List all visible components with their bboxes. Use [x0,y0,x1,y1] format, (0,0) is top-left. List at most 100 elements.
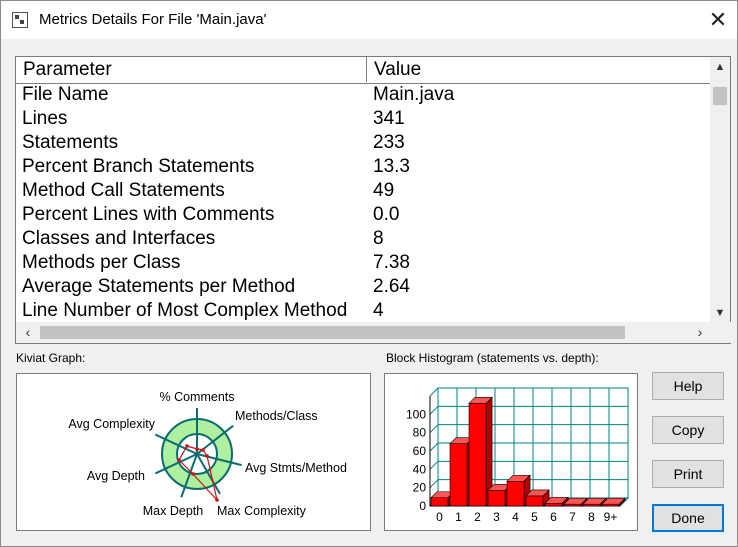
table-row[interactable]: Percent Lines with Comments 0.0 [16,203,710,227]
vertical-scroll-thumb[interactable] [713,87,727,105]
histogram-x-tick-label: 6 [550,510,557,524]
table-header: Parameter Value [16,57,710,84]
help-button[interactable]: Help [652,372,724,400]
metrics-dialog: Metrics Details For File 'Main.java' ✕ P… [0,0,738,547]
value-cell: Main.java [373,84,455,105]
table-row[interactable]: Statements 233 [16,131,710,155]
histogram-gridline [429,442,439,452]
value-cell: 341 [373,108,405,129]
kiviat-axis-label: Max Depth [143,504,203,518]
histogram-x-tick-label: 8 [588,510,595,524]
histogram-y-tick-label: 0 [419,499,426,513]
table-row[interactable]: Method Call Statements 49 [16,179,710,203]
histogram-x-tick-label: 3 [493,510,500,524]
kiviat-value-point [185,444,189,448]
vertical-scrollbar[interactable]: ▲ ▼ [710,57,730,323]
histogram-x-tick-label: 0 [436,510,443,524]
histogram-bar [544,502,563,507]
histogram-x-tick-label: 2 [474,510,481,524]
window-title: Metrics Details For File 'Main.java' [39,11,267,28]
kiviat-value-point [177,458,181,462]
histogram-label: Block Histogram (statements vs. depth): [386,351,599,365]
parameter-cell: Percent Lines with Comments [22,204,275,225]
kiviat-value-point [215,498,219,502]
kiviat-label: Kiviat Graph: [16,351,86,365]
parameter-cell: Line Number of Most Complex Method [22,300,348,321]
table-row[interactable]: Lines 341 [16,107,710,131]
table-row[interactable]: Classes and Interfaces 8 [16,227,710,251]
copy-button[interactable]: Copy [652,416,724,444]
parameter-cell: Statements [22,132,119,153]
table-body: File Name Main.java Lines 341 Statements 23… [16,83,710,323]
kiviat-axis-label: Methods/Class [235,409,318,423]
table-row[interactable]: Methods per Class 7.38 [16,251,710,275]
value-cell: 2.64 [373,276,410,297]
kiviat-axis-label: Avg Complexity [68,417,155,431]
scroll-down-arrow-icon[interactable]: ▼ [710,303,730,323]
title-bar: Metrics Details For File 'Main.java' ✕ [1,1,737,39]
kiviat-axis-label: % Comments [159,390,234,404]
done-button[interactable]: Done [652,504,724,532]
parameter-cell: File Name [22,84,109,105]
histogram-x-tick-label: 1 [455,510,462,524]
histogram-gridline [429,479,439,489]
kiviat-value-point [201,448,205,452]
histogram-bar [506,480,525,507]
scroll-left-arrow-icon[interactable]: ‹ [18,322,38,343]
app-icon [12,12,28,28]
metrics-table[interactable]: Parameter Value File Name Main.java Lines… [15,56,732,344]
histogram-bar [430,497,449,507]
value-cell: 8 [373,228,384,249]
parameter-cell: Method Call Statements [22,180,225,201]
histogram-y-tick-label: 40 [413,462,427,476]
kiviat-axis-label: Max Complexity [217,504,307,518]
histogram-panel: 0 20 40 60 80 100 0 1 2 3 4 5 6 7 8 9+ [384,373,638,531]
block-histogram-chart: 0204060801000 1 2 3 4 5 6 7 8 9+ [406,387,630,524]
histogram-gridline [429,405,439,415]
kiviat-value-point [191,472,195,476]
histogram-gridline [429,387,439,397]
histogram-y-tick-label: 20 [413,481,427,495]
scrollbar-corner [712,322,732,343]
histogram-y-tick-label: 60 [413,444,427,458]
parameter-cell: Lines [22,108,68,129]
parameter-cell: Percent Branch Statements [22,156,255,177]
histogram-bar [449,443,468,507]
value-cell: 13.3 [373,156,410,177]
histogram-x-tick-label: 5 [531,510,538,524]
histogram-bar [487,490,506,507]
value-cell: 4 [373,300,384,321]
table-row[interactable]: Average Statements per Method 2.64 [16,275,710,299]
table-row[interactable]: Percent Branch Statements 13.3 [16,155,710,179]
horizontal-scrollbar[interactable]: ‹ › [16,322,732,343]
value-cell: 0.0 [373,204,400,225]
table-row[interactable]: Line Number of Most Complex Method 4 [16,299,710,323]
parameter-cell: Methods per Class [22,252,181,273]
value-cell: 7.38 [373,252,410,273]
close-icon[interactable]: ✕ [705,7,731,33]
histogram-bar [525,495,544,507]
histogram-gridline [429,424,439,434]
kiviat-value-point [195,447,199,451]
histogram-x-tick-label: 7 [569,510,576,524]
scroll-up-arrow-icon[interactable]: ▲ [710,57,730,77]
value-cell: 233 [373,132,405,153]
histogram-x-tick-label: 4 [512,510,519,524]
kiviat-value-point [205,454,209,458]
histogram-y-tick-label: 100 [406,407,426,421]
column-header-parameter[interactable]: Parameter [16,57,367,82]
scroll-right-arrow-icon[interactable]: › [690,322,710,343]
histogram-gridline [429,460,439,470]
parameter-cell: Average Statements per Method [22,276,296,297]
table-row[interactable]: File Name Main.java [16,83,710,107]
kiviat-graph: % CommentsMethods/Class Avg Stmts/Method M… [68,390,347,518]
print-button[interactable]: Print [652,460,724,488]
kiviat-axis-label: Avg Stmts/Method [245,461,347,475]
kiviat-axis-label: Avg Depth [87,469,145,483]
parameter-cell: Classes and Interfaces [22,228,216,249]
histogram-bar [468,403,487,507]
column-header-value[interactable]: Value [367,57,710,82]
kiviat-graph-panel: % Comments Methods/Class Avg Stmts/Method M… [16,373,371,531]
horizontal-scroll-thumb[interactable] [40,326,625,339]
value-cell: 49 [373,180,395,201]
